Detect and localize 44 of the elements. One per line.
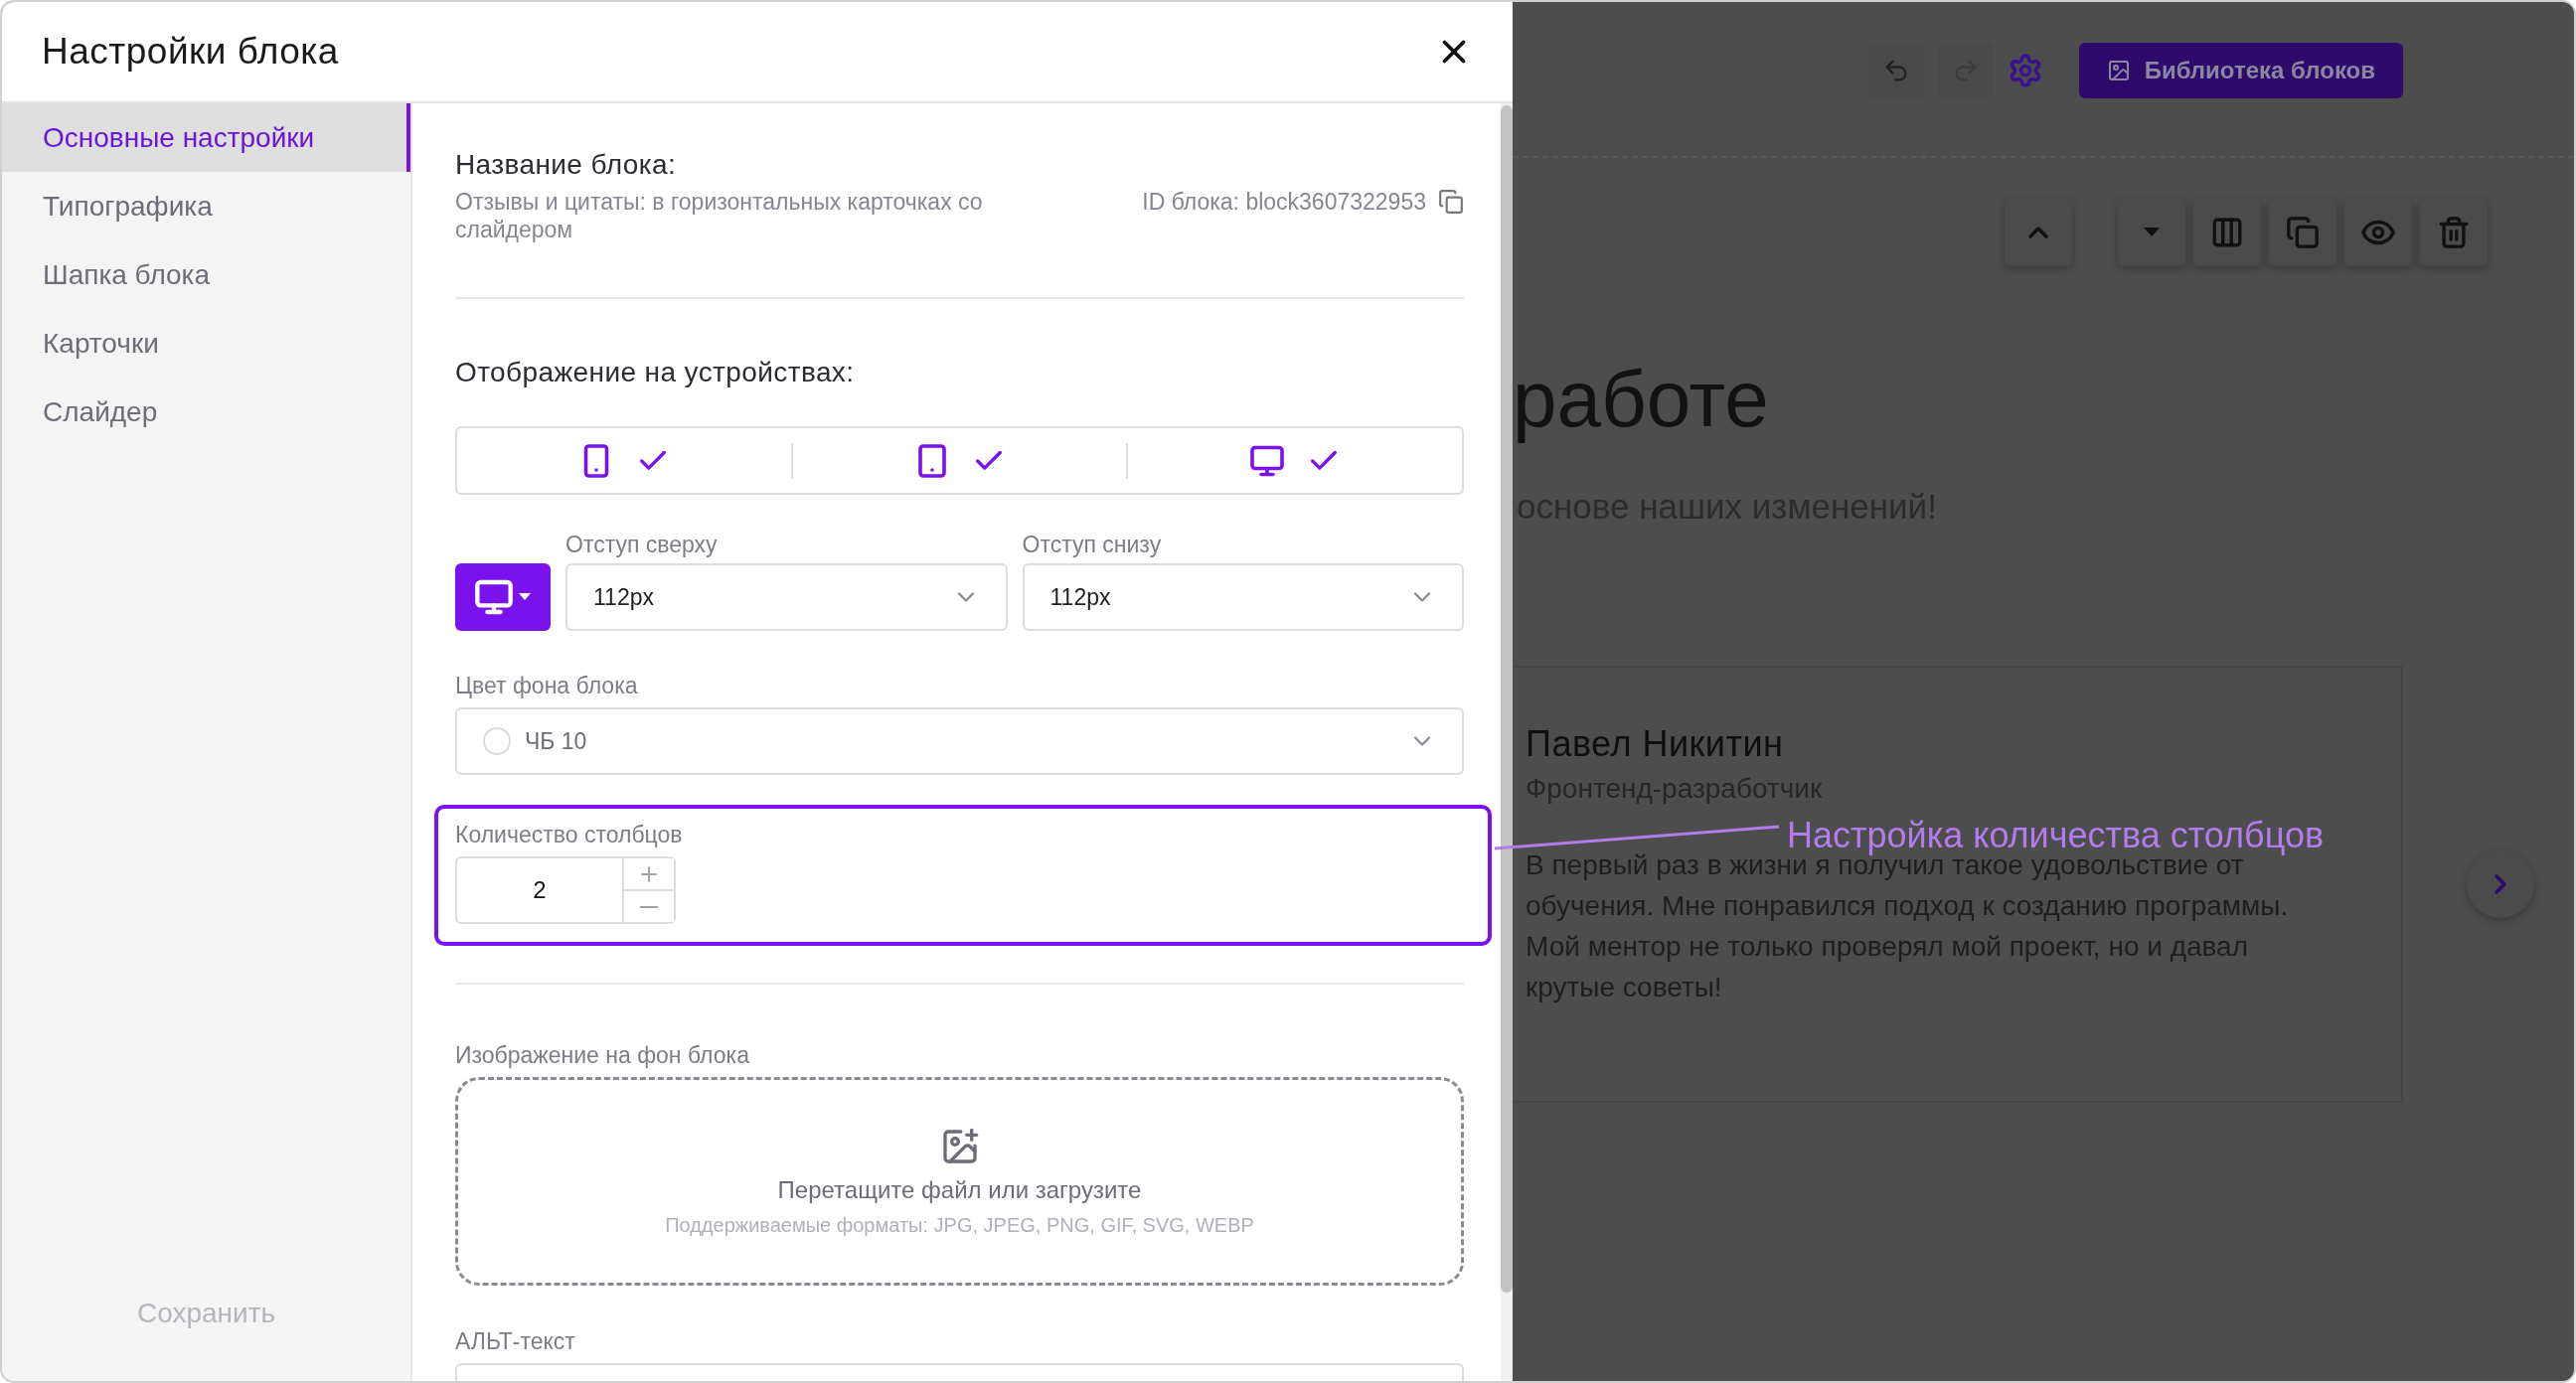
field-label: АЛЬТ-текст — [455, 1327, 576, 1355]
field-label: Отступ снизу — [1022, 531, 1163, 558]
page-heading: работе — [1513, 354, 1770, 445]
field-label: Цвет фона блока — [455, 672, 639, 699]
number-stepper[interactable]: 2 — [455, 856, 676, 924]
sidebar-item[interactable]: Слайдер — [2, 378, 410, 446]
section-heading: Название блока: — [455, 149, 678, 181]
columns-button[interactable] — [2193, 199, 2261, 266]
copy-icon — [2286, 216, 2320, 249]
delete-button[interactable] — [2420, 199, 2488, 266]
field-label: Количество столбцов — [455, 821, 684, 848]
scrollbar[interactable] — [1501, 103, 1513, 1381]
sidebar-item[interactable]: Типографика — [2, 172, 410, 240]
copy-icon[interactable] — [1438, 189, 1464, 215]
library-button-label: Библиотека блоков — [2144, 56, 2375, 84]
card-name: Павел Никитин — [1526, 723, 1784, 765]
sidebar-item[interactable]: Карточки — [2, 309, 410, 378]
dialog-title: Настройки блока — [42, 31, 339, 73]
sidebar-item[interactable]: Шапка блока — [2, 240, 410, 309]
image-icon — [2106, 58, 2131, 82]
caret-icon — [2143, 227, 2161, 238]
trash-icon — [2437, 216, 2471, 249]
select-field[interactable]: ЧБ 10 — [455, 707, 1464, 775]
select-field[interactable]: 112px — [1022, 563, 1464, 631]
monitor-icon — [474, 577, 514, 617]
move-up-button[interactable] — [2005, 199, 2072, 266]
columns-icon — [2210, 216, 2244, 249]
select-field[interactable]: 112px — [565, 563, 1008, 631]
field-label: Отступ сверху — [565, 531, 719, 558]
decrement-button[interactable] — [624, 889, 674, 922]
block-description: Отзывы и цитаты: в горизонтальных карточках со слайдером — [455, 188, 984, 243]
library-button[interactable]: Библиотека блоков — [2078, 42, 2403, 98]
duplicate-button[interactable] — [2269, 199, 2336, 266]
sidebar-item[interactable]: Основные настройки — [2, 103, 410, 172]
preview-button[interactable] — [2344, 199, 2412, 266]
color-swatch — [483, 727, 511, 755]
section-heading: Отображение на устройствах: — [455, 357, 856, 388]
minus-icon — [640, 905, 658, 908]
field-label: Изображение на фон блока — [455, 1041, 750, 1069]
block-id: ID блока: block3607322953 — [1142, 188, 1426, 216]
annotation-label: Настройка количества столбцов — [1787, 815, 2325, 856]
device-dropdown[interactable] — [455, 563, 551, 631]
upload-dropzone[interactable]: Перетащите файл или загрузите Поддерживаемые форматы: JPG, JPEG, PNG, GIF, SVG, WEBP — [455, 1077, 1464, 1286]
caret-icon — [518, 592, 532, 602]
